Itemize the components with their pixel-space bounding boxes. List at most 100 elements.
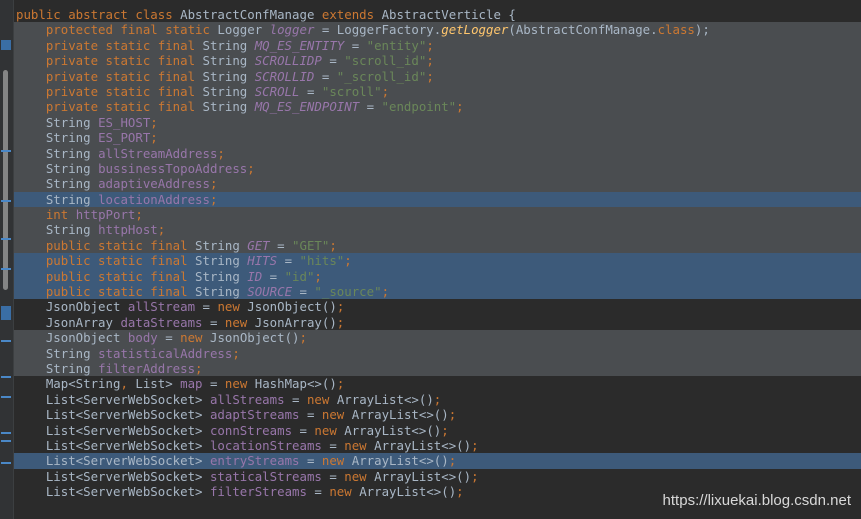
code-token: ;	[471, 468, 479, 484]
code-line-text: List<ServerWebSocket> locationStreams = …	[14, 438, 479, 453]
gutter-marker	[1, 396, 11, 398]
code-token: = LoggerFactory.	[314, 22, 442, 38]
code-token: String	[195, 284, 248, 300]
code-token: ;	[232, 345, 240, 361]
code-token: String	[202, 99, 255, 115]
code-line[interactable]: List<ServerWebSocket> allStreams = new A…	[14, 392, 861, 407]
code-token: filterStreams	[209, 484, 307, 500]
vertical-scrollbar[interactable]	[3, 70, 8, 290]
code-line[interactable]: int httpPort;	[14, 207, 861, 223]
code-token: GET	[247, 237, 270, 253]
code-line[interactable]: List<ServerWebSocket> locationStreams = …	[14, 438, 861, 453]
code-token: adaptiveAddress	[98, 176, 210, 192]
code-token: =	[277, 253, 300, 269]
code-token: =	[202, 314, 225, 330]
gutter-marker	[1, 238, 11, 240]
code-token: ;	[456, 484, 464, 500]
code-line[interactable]: JsonObject allStream = new JsonObject();	[14, 299, 861, 314]
code-token: body	[127, 330, 158, 346]
code-line-text: private static final String SCROLL = "sc…	[14, 84, 389, 99]
code-line[interactable]: String ES_PORT;	[14, 130, 861, 146]
code-token: ;	[456, 99, 464, 115]
code-token: String	[202, 53, 255, 69]
code-line[interactable]: String bussinessTopoAddress;	[14, 160, 861, 177]
code-token: String	[16, 222, 99, 238]
code-line[interactable]: public static final String ID = "id";	[14, 268, 861, 285]
code-token: =	[314, 68, 337, 84]
code-line[interactable]: public static final String HITS = "hits"…	[14, 253, 861, 269]
code-token: ;	[314, 268, 322, 284]
code-line[interactable]: private static final String SCROLLID = "…	[14, 68, 861, 84]
code-line[interactable]: public static final String SOURCE = "_so…	[14, 284, 861, 300]
code-line[interactable]: String httpHost;	[14, 222, 861, 238]
code-line[interactable]: public static final String GET = "GET";	[14, 237, 861, 254]
code-token: =	[292, 422, 315, 438]
code-editor[interactable]: public abstract class AbstractConfManage…	[14, 7, 861, 500]
code-token: SCROLLIDP	[254, 53, 322, 69]
code-token: "entity"	[366, 37, 427, 53]
code-token: JsonObject	[16, 330, 128, 346]
code-token: "GET"	[292, 237, 330, 253]
code-line[interactable]: JsonObject body = new JsonObject();	[14, 330, 861, 346]
code-line[interactable]: Map<String, List> map = new HashMap<>();	[14, 376, 861, 391]
code-line[interactable]: List<ServerWebSocket> adaptStreams = new…	[14, 407, 861, 422]
code-line[interactable]: List<ServerWebSocket> entryStreams = new…	[14, 453, 861, 469]
code-token: filterAddress	[98, 360, 196, 376]
code-line-text: JsonObject body = new JsonObject();	[14, 330, 307, 345]
code-line-text: String filterAddress;	[14, 361, 203, 376]
code-line[interactable]: String ES_HOST;	[14, 114, 861, 131]
code-line[interactable]: String allStreamAddress;	[14, 145, 861, 161]
code-token: ArrayList<>()	[359, 484, 457, 500]
code-token: Logger	[217, 22, 270, 38]
code-line[interactable]: String statisticalAddress;	[14, 345, 861, 361]
code-token: List<ServerWebSocket>	[16, 391, 210, 407]
code-token: new	[344, 437, 375, 453]
code-token: String	[16, 191, 99, 207]
code-token: =	[299, 453, 322, 469]
code-token: String	[16, 345, 99, 361]
code-line[interactable]: public abstract class AbstractConfManage…	[14, 7, 861, 22]
code-token: ,	[120, 376, 136, 392]
code-line-text: String allStreamAddress;	[14, 146, 225, 161]
code-line-text: String statisticalAddress;	[14, 346, 240, 361]
code-token: bussinessTopoAddress	[98, 160, 248, 176]
code-token: String	[202, 37, 255, 53]
code-token: List<ServerWebSocket>	[16, 422, 210, 438]
code-token: entryStreams	[209, 453, 300, 469]
code-line[interactable]: protected final static Logger logger = L…	[14, 22, 861, 38]
code-token: private static final	[45, 53, 203, 69]
code-token: List<ServerWebSocket>	[16, 407, 210, 423]
code-token: ;	[336, 314, 345, 330]
code-line[interactable]: String locationAddress;	[14, 191, 861, 208]
code-token: staticalStreams	[209, 468, 322, 484]
code-token: public static final	[45, 237, 196, 253]
code-token: int	[45, 207, 76, 223]
code-token: ;	[448, 453, 457, 469]
code-line[interactable]: JsonArray dataStreams = new JsonArray();	[14, 315, 861, 330]
code-token: List<ServerWebSocket>	[16, 437, 210, 453]
code-line[interactable]: private static final String MQ_ES_ENTITY…	[14, 37, 861, 54]
code-token: locationAddress	[98, 191, 210, 207]
code-line[interactable]: List<ServerWebSocket> staticalStreams = …	[14, 469, 861, 484]
code-line[interactable]: private static final String SCROLL = "sc…	[14, 83, 861, 100]
code-token: =	[344, 37, 367, 53]
code-line[interactable]: private static final String SCROLLIDP = …	[14, 53, 861, 69]
code-token: =	[359, 99, 382, 115]
code-line[interactable]: String filterAddress;	[14, 360, 861, 377]
code-line-text: List<ServerWebSocket> connStreams = new …	[14, 423, 449, 438]
code-token: map	[180, 376, 203, 392]
code-line[interactable]: List<ServerWebSocket> connStreams = new …	[14, 423, 861, 438]
code-token: new	[224, 314, 255, 330]
code-line[interactable]: String adaptiveAddress;	[14, 176, 861, 192]
code-token: ;	[209, 191, 218, 207]
code-line[interactable]: private static final String MQ_ES_ENDPOI…	[14, 99, 861, 115]
code-token: String	[16, 114, 99, 130]
code-token: JsonArray	[16, 314, 121, 330]
code-line-text: List<ServerWebSocket> staticalStreams = …	[14, 469, 479, 484]
editor-gutter[interactable]	[0, 0, 14, 519]
